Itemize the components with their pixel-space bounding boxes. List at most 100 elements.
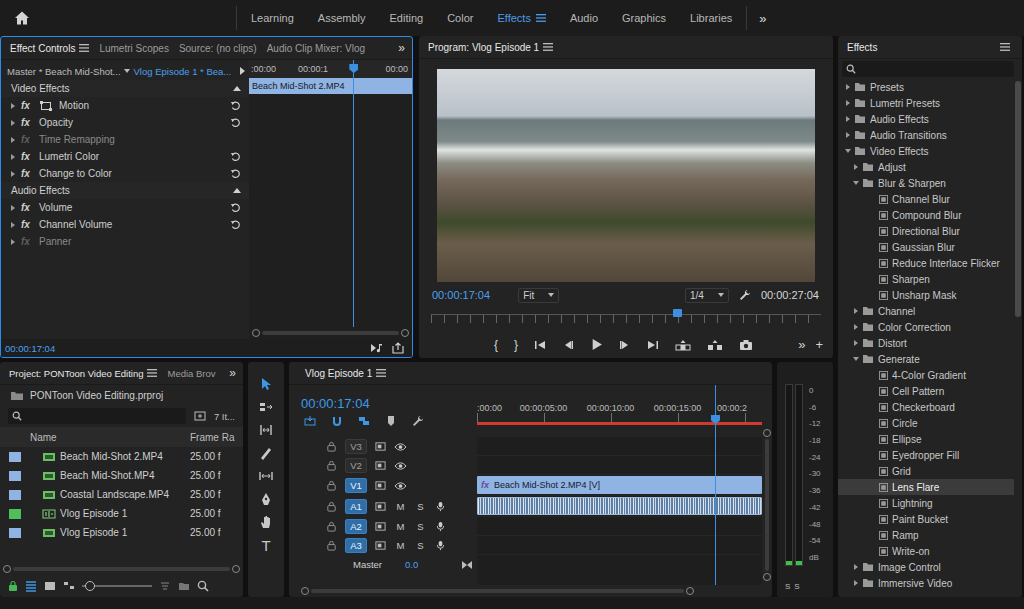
project-item[interactable]: Beach Mid-Shot 2.MP425.00 f	[0, 447, 243, 466]
reset-icon[interactable]	[230, 168, 241, 179]
effect-item[interactable]: Gaussian Blur	[838, 239, 1014, 255]
effect-item[interactable]: Circle	[838, 415, 1014, 431]
eye-icon[interactable]	[394, 461, 407, 471]
expand-chevron-icon[interactable]	[11, 222, 15, 228]
track-target-toggle[interactable]: A2	[345, 519, 367, 534]
expand-chevron-icon[interactable]	[11, 205, 15, 211]
button-editor-button[interactable]: +	[815, 337, 823, 352]
workspace-tab[interactable]: Graphics	[610, 12, 678, 24]
playhead-timecode[interactable]: 00:00:17:04	[432, 289, 490, 301]
track-target-toggle[interactable]: V2	[345, 458, 367, 473]
workspace-overflow-button[interactable]: »	[747, 11, 778, 26]
effect-folder[interactable]: Image Control	[838, 559, 1014, 575]
icon-view-icon[interactable]	[44, 580, 56, 592]
effect-item[interactable]: Lightning	[838, 495, 1014, 511]
panel-tab[interactable]: Effects	[842, 42, 882, 53]
effect-item[interactable]: Ramp	[838, 527, 1014, 543]
effect-folder[interactable]: Blur & Sharpen	[838, 175, 1014, 191]
show-timeline-icon[interactable]	[240, 67, 245, 75]
track-target-toggle[interactable]: A3	[345, 538, 367, 553]
solo-button[interactable]: S	[414, 521, 427, 532]
label-color-chip[interactable]	[9, 509, 21, 519]
column-header[interactable]: Frame Ra	[190, 432, 243, 443]
transform-icon[interactable]	[39, 100, 53, 112]
tool-button[interactable]	[253, 512, 279, 532]
menu-icon[interactable]	[376, 369, 386, 377]
panel-tab[interactable]: Media Brov	[162, 368, 220, 379]
panel-tab[interactable]: Source: (no clips)	[174, 43, 262, 54]
expand-chevron-icon[interactable]	[854, 340, 858, 346]
workspace-tab[interactable]: Assembly	[306, 12, 378, 24]
time-ruler[interactable]: :00:0000:00:100:00	[249, 60, 412, 78]
snap-icon[interactable]	[331, 415, 343, 427]
effect-item[interactable]: Cell Pattern	[838, 383, 1014, 399]
fx-toggle[interactable]: fx	[21, 117, 33, 128]
step-back-icon[interactable]	[562, 339, 574, 351]
hand-tool-icon[interactable]	[259, 515, 273, 529]
fx-toggle[interactable]: fx	[21, 236, 33, 247]
effect-item[interactable]: Reduce Interlace Flicker	[838, 255, 1014, 271]
track-lane[interactable]: fxBeach Mid-Shot 2.MP4 [V]	[477, 475, 762, 496]
panel-overflow-button[interactable]: »	[395, 41, 408, 55]
workspace-tab[interactable]: Color	[435, 12, 485, 24]
tool-button[interactable]: T	[253, 535, 279, 555]
tool-button[interactable]	[253, 489, 279, 509]
reset-icon[interactable]	[230, 117, 241, 128]
lock-icon[interactable]	[325, 501, 338, 512]
mute-button[interactable]: M	[394, 521, 407, 532]
go-to-edit-icon[interactable]	[461, 560, 473, 570]
effect-row[interactable]: fxMotion	[1, 97, 249, 114]
effect-item[interactable]: Paint Bucket	[838, 511, 1014, 527]
expand-chevron-icon[interactable]	[853, 357, 859, 361]
track-lane[interactable]	[477, 496, 762, 517]
selection-tool-icon[interactable]	[259, 377, 273, 391]
effect-folder[interactable]: Generate	[838, 351, 1014, 367]
effect-item[interactable]: Sharpen	[838, 271, 1014, 287]
expand-chevron-icon[interactable]	[845, 149, 851, 153]
eye-icon[interactable]	[394, 481, 407, 491]
search-field[interactable]	[842, 61, 1014, 77]
tool-button[interactable]	[253, 443, 279, 463]
panel-tab[interactable]: Lumetri Scopes	[94, 43, 173, 54]
effect-item[interactable]: Channel Blur	[838, 191, 1014, 207]
menu-icon[interactable]	[543, 43, 553, 51]
new-search-bin-icon[interactable]	[194, 410, 206, 422]
wrench-icon[interactable]	[739, 289, 751, 301]
export-frame-icon[interactable]	[739, 339, 753, 351]
effect-row[interactable]: fxLumetri Color	[1, 148, 249, 165]
track-select-tool-icon[interactable]	[259, 400, 273, 414]
effect-item[interactable]: Ellipse	[838, 431, 1014, 447]
effect-item[interactable]: Eyedropper Fill	[838, 447, 1014, 463]
sync-lock-icon[interactable]	[374, 441, 387, 452]
effect-item[interactable]: Grid	[838, 463, 1014, 479]
effect-item[interactable]: Compound Blur	[838, 207, 1014, 223]
effect-item[interactable]: 4-Color Gradient	[838, 367, 1014, 383]
tool-button[interactable]	[253, 397, 279, 417]
solo-button[interactable]: S	[794, 582, 799, 591]
reset-icon[interactable]	[230, 100, 241, 111]
project-item[interactable]: Coastal Landscape.MP425.00 f	[0, 485, 243, 504]
expand-chevron-icon[interactable]	[11, 103, 15, 109]
effect-item[interactable]: Unsharp Mask	[838, 287, 1014, 303]
time-scrubber[interactable]	[419, 305, 833, 331]
timeline-settings-icon[interactable]	[412, 415, 424, 427]
track-target-toggle[interactable]: V3	[345, 439, 367, 454]
mark-in-button[interactable]: {	[494, 338, 498, 352]
expand-chevron-icon[interactable]	[854, 580, 858, 586]
playhead[interactable]	[715, 385, 716, 585]
effect-item[interactable]: Lens Flare	[838, 479, 1014, 495]
effect-item[interactable]: Write-on	[838, 543, 1014, 559]
track-target-toggle[interactable]: V1	[345, 478, 367, 493]
effect-folder[interactable]: Audio Transitions	[838, 127, 1014, 143]
expand-chevron-icon[interactable]	[846, 84, 850, 90]
fx-toggle[interactable]: fx	[21, 151, 33, 162]
video-clip[interactable]: fxBeach Mid-Shot 2.MP4 [V]	[477, 476, 762, 494]
reset-icon[interactable]	[230, 219, 241, 230]
audio-clip[interactable]	[477, 497, 762, 515]
mark-out-button[interactable]: }	[514, 338, 518, 352]
effect-folder[interactable]: Presets	[838, 79, 1014, 95]
tool-button[interactable]	[253, 466, 279, 486]
solo-button[interactable]: S	[414, 501, 427, 512]
lock-icon[interactable]	[325, 480, 338, 491]
eye-icon[interactable]	[394, 442, 407, 452]
